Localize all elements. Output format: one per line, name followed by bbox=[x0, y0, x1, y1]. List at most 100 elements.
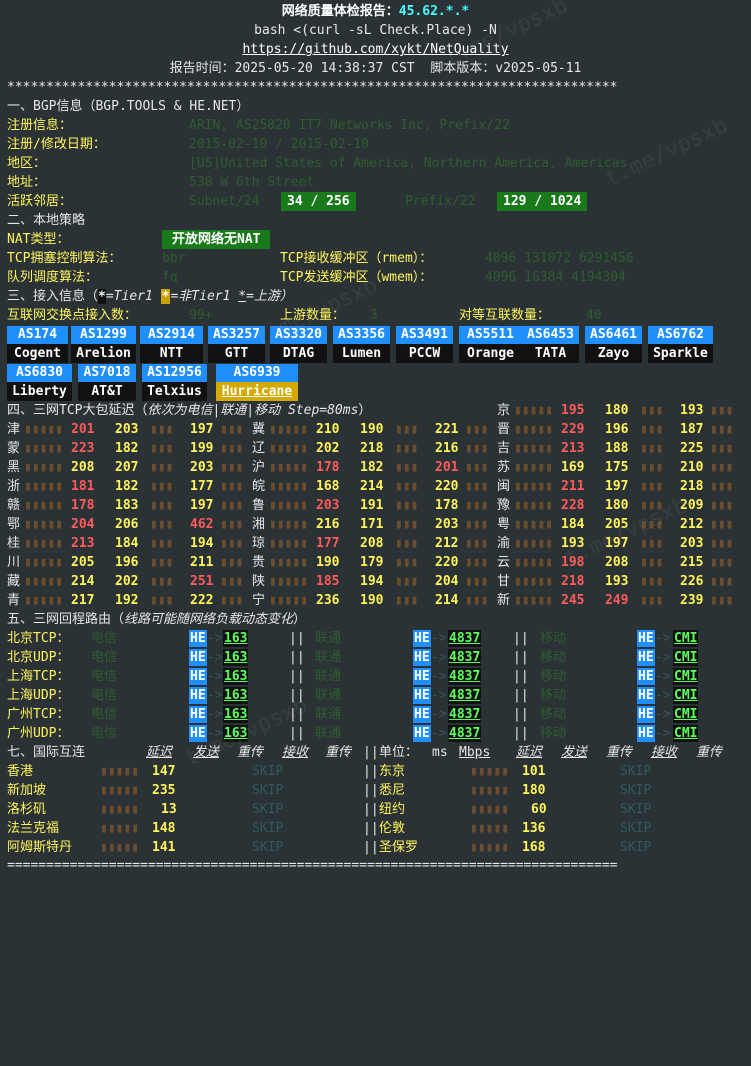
latency-bar: ▮▮▮ bbox=[465, 460, 489, 475]
as-name-badge: DTAG bbox=[270, 344, 327, 363]
latency-bar: ▮▮▮▮▮ bbox=[514, 460, 554, 475]
as-number-badge: AS6939 bbox=[216, 364, 298, 382]
latency-bar: ▮▮▮ bbox=[150, 574, 174, 589]
route-arrow: -> bbox=[655, 631, 671, 646]
route-arrow: -> bbox=[431, 631, 447, 646]
latency-value: 168 bbox=[316, 479, 340, 494]
intl-separator: || bbox=[363, 783, 379, 798]
latency-bar: ▮▮▮ bbox=[395, 460, 419, 475]
latency-bar: ▮▮▮▮▮ bbox=[24, 422, 64, 437]
as-number-badge: AS5511 bbox=[459, 326, 522, 344]
latency-value: 193 bbox=[605, 574, 629, 589]
latency-province: 贵 bbox=[252, 555, 266, 570]
latency-bar: ▮▮▮▮▮ bbox=[24, 498, 64, 513]
latency-bar: ▮▮▮ bbox=[395, 422, 419, 437]
route-arrow: -> bbox=[655, 726, 671, 741]
latency-row: 青 ▮▮▮▮▮ ▮▮▮ ▮▮▮ 217 192 222 宁 ▮▮▮▮▮ ▮▮▮ ▮▮▮ 236 190 2… bbox=[0, 591, 751, 610]
latency-value: 190 bbox=[360, 422, 384, 437]
nat-value: 开放网络无NAT bbox=[162, 230, 271, 249]
latency-bar: ▮▮▮ bbox=[465, 593, 489, 608]
latency-bar: ▮▮▮▮▮ bbox=[269, 574, 309, 589]
route-label: 北京UDP： bbox=[7, 650, 70, 665]
route-he-badge: HE bbox=[189, 630, 207, 647]
latency-bar: ▮▮▮ bbox=[395, 574, 419, 589]
latency-value: 251 bbox=[190, 574, 214, 589]
as-name-badge: Liberty bbox=[7, 382, 72, 401]
latency-bar: ▮▮▮ bbox=[395, 593, 419, 608]
latency-bar: ▮▮▮ bbox=[150, 517, 174, 532]
route-as-4837: 4837 bbox=[448, 649, 482, 666]
intl-latency-right: 168 bbox=[522, 840, 546, 855]
as-number-badge: AS1299 bbox=[71, 326, 136, 344]
latency-province: 甘 bbox=[497, 574, 511, 589]
route-separator: || bbox=[289, 707, 305, 722]
route-he-badge: HE bbox=[413, 630, 431, 647]
route-as-4837: 4837 bbox=[448, 725, 482, 742]
as-names-row-1: Cogent Arelion NTT GTT DTAG Lumen PCCW Orange TA… bbox=[0, 344, 751, 363]
latency-value: 210 bbox=[316, 422, 340, 437]
address-value: 530 W 6th Street bbox=[189, 175, 315, 190]
route-he-badge: HE bbox=[189, 687, 207, 704]
latency-province: 苏 bbox=[497, 460, 511, 475]
latency-row: 浙 ▮▮▮▮▮ ▮▮▮ ▮▮▮ 181 182 177 皖 ▮▮▮▮▮ ▮▮▮ ▮▮▮ 168 214 2… bbox=[0, 477, 751, 496]
route-arrow: -> bbox=[655, 650, 671, 665]
as-name-badge: Lumen bbox=[333, 344, 390, 363]
latency-value: 185 bbox=[316, 574, 340, 589]
latency-bar: ▮▮▮ bbox=[710, 479, 734, 494]
reg-value: ARIN, AS25820 IT7 Networks Inc, Prefix/2… bbox=[189, 118, 510, 133]
latency-bar: ▮▮▮ bbox=[395, 441, 419, 456]
latency-bar: ▮▮▮▮▮ bbox=[100, 764, 140, 779]
intl-latency-right: 101 bbox=[522, 764, 546, 779]
latency-value: 210 bbox=[680, 460, 704, 475]
subnet-value: 34 / 256 bbox=[281, 192, 356, 211]
route-row: 北京TCP： 电信 HE -> 163 || 联通 HE -> 4837 || 移动 HE -> CMI bbox=[0, 629, 751, 648]
intl-heading: 七、国际互连 bbox=[7, 745, 86, 760]
repo-link[interactable]: https://github.com/xykt/NetQuality bbox=[242, 42, 508, 57]
latency-province: 湘 bbox=[252, 517, 266, 532]
latency-bar: ▮▮▮▮▮ bbox=[24, 536, 64, 551]
latency-bar: ▮▮▮▮▮ bbox=[514, 479, 554, 494]
latency-province: 桂 bbox=[7, 536, 21, 551]
route-he-badge: HE bbox=[637, 649, 655, 666]
as-number-badge: AS6762 bbox=[648, 326, 713, 344]
route-he-badge: HE bbox=[637, 706, 655, 723]
latency-bar: ▮▮▮▮▮ bbox=[470, 764, 510, 779]
intl-skip-right: SKIP bbox=[620, 783, 652, 798]
latency-bar: ▮▮▮▮▮ bbox=[100, 821, 140, 836]
date-label: 注册/修改日期： bbox=[7, 137, 106, 152]
install-command: bash <(curl -sL Check.Place) -N bbox=[254, 23, 497, 38]
intl-col-latency: 延迟 bbox=[146, 745, 173, 760]
latency-bar: ▮▮▮▮▮ bbox=[470, 840, 510, 855]
latency-value: 218 bbox=[360, 441, 384, 456]
latency-province: 浙 bbox=[7, 479, 21, 494]
rmem-value: 4096 131072 6291456 bbox=[485, 251, 634, 266]
latency-province: 皖 bbox=[252, 479, 266, 494]
route-net-unicom: 联通 bbox=[315, 631, 342, 646]
latency-bar: ▮▮▮ bbox=[710, 403, 734, 418]
as-number-badge: AS174 bbox=[7, 326, 68, 344]
latency-bar: ▮▮▮ bbox=[220, 422, 244, 437]
latency-value: 228 bbox=[561, 498, 585, 513]
latency-value: 223 bbox=[71, 441, 95, 456]
route-net-telecom: 电信 bbox=[91, 688, 118, 703]
latency-value: 177 bbox=[316, 536, 340, 551]
intl-latency-left: 13 bbox=[161, 802, 177, 817]
latency-bar: ▮▮▮ bbox=[640, 403, 664, 418]
route-as-cmi: CMI bbox=[673, 630, 699, 647]
latency-value: 191 bbox=[360, 498, 384, 513]
latency-bar: ▮▮▮ bbox=[640, 536, 664, 551]
nat-label: NAT类型： bbox=[7, 232, 70, 247]
latency-value: 218 bbox=[680, 479, 704, 494]
intl-row: 阿姆斯特丹 ▮▮▮▮▮ 141 SKIP || 圣保罗 ▮▮▮▮▮ 168 SKIP bbox=[0, 838, 751, 857]
latency-bar: ▮▮▮▮▮ bbox=[24, 460, 64, 475]
latency-value: 178 bbox=[435, 498, 459, 513]
latency-bar: ▮▮▮ bbox=[465, 574, 489, 589]
route-arrow: -> bbox=[655, 688, 671, 703]
route-arrow: -> bbox=[655, 707, 671, 722]
latency-bar: ▮▮▮▮▮ bbox=[269, 479, 309, 494]
latency-bar: ▮▮▮▮▮ bbox=[24, 441, 64, 456]
latency-value: 249 bbox=[605, 593, 629, 608]
latency-value: 184 bbox=[115, 536, 139, 551]
ix-label: 互联网交换点接入数： bbox=[7, 308, 138, 323]
upstream-value: 3 bbox=[370, 308, 378, 323]
